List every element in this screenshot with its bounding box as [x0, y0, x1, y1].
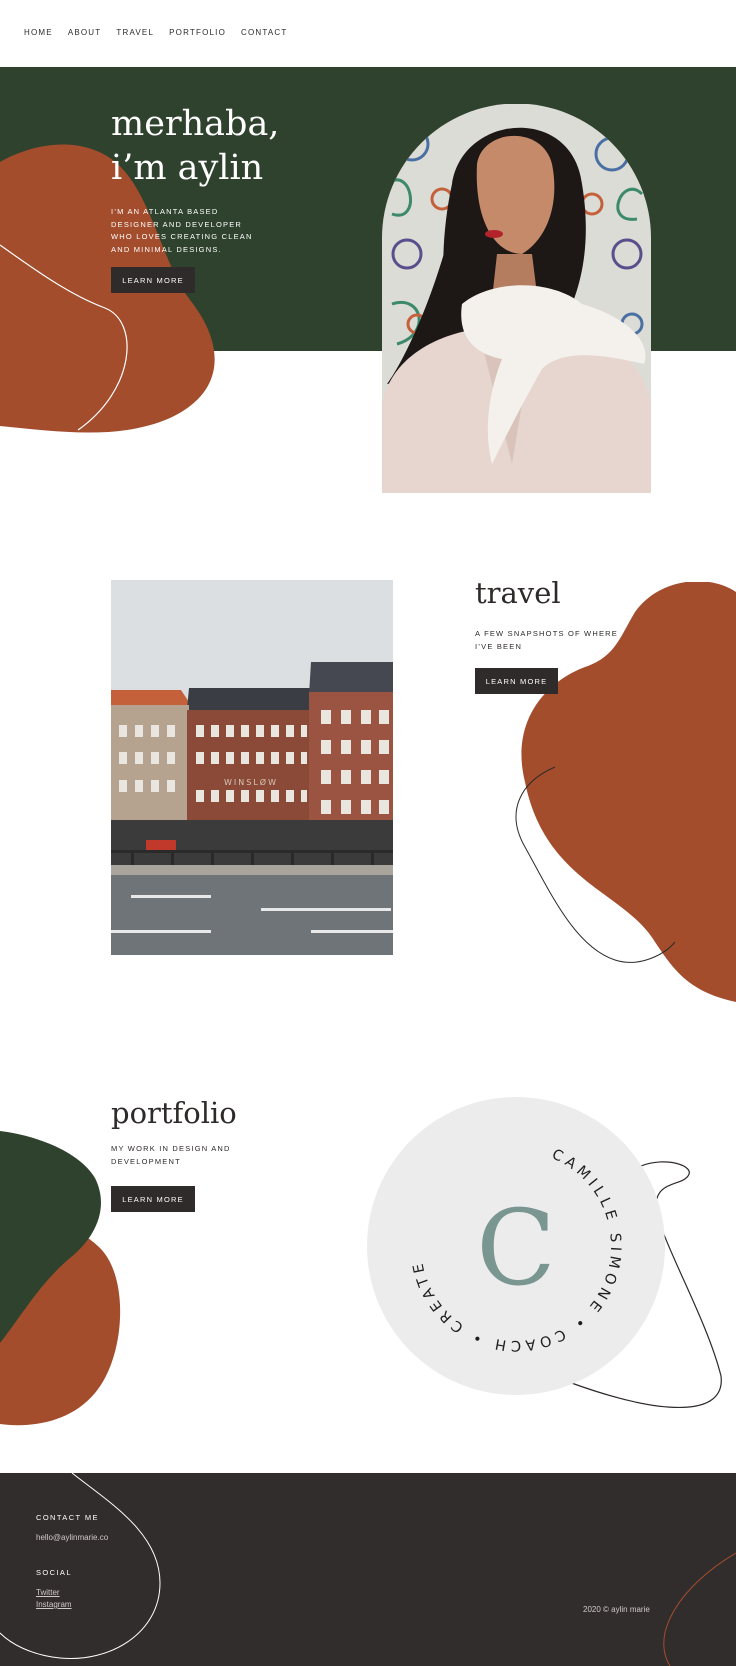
footer-instagram-link[interactable]: Instagram	[36, 1600, 72, 1609]
footer-email[interactable]: hello@aylinmarie.co	[36, 1533, 108, 1542]
footer-contact-label: CONTACT ME	[36, 1513, 99, 1522]
nav-travel[interactable]: TRAVEL	[116, 28, 154, 37]
footer: CONTACT ME hello@aylinmarie.co SOCIAL Tw…	[0, 1473, 736, 1666]
portfolio-learn-more-button[interactable]: LEARN MORE	[111, 1186, 195, 1212]
nav-portfolio[interactable]: PORTFOLIO	[169, 28, 226, 37]
hero-title: merhaba, i’m aylin	[111, 102, 279, 190]
footer-twitter-link[interactable]: Twitter	[36, 1588, 60, 1597]
top-navigation: HOME ABOUT TRAVEL PORTFOLIO CONTACT	[0, 0, 736, 64]
footer-social-label: SOCIAL	[36, 1568, 72, 1577]
travel-photo-sign: WINSLØW	[224, 777, 278, 787]
portfolio-badge: CAMILLE SIMONE • COACH • CREATE • CONNEC…	[366, 1096, 722, 1409]
nav-about[interactable]: ABOUT	[68, 28, 102, 37]
badge-letter: C	[476, 1187, 556, 1309]
nav-contact[interactable]: CONTACT	[241, 28, 287, 37]
footer-copyright: 2020 © aylin marie	[583, 1605, 650, 1614]
hero-title-line1: merhaba,	[111, 104, 280, 144]
portfolio-description: MY WORK IN DESIGN AND DEVELOPMENT	[111, 1144, 231, 1166]
footer-decor-lines	[0, 1473, 736, 1666]
travel-learn-more-button[interactable]: LEARN MORE	[475, 668, 558, 694]
portfolio-title: portfolio	[111, 1096, 237, 1130]
hero-title-line2: i’m aylin	[111, 148, 264, 188]
travel-description: A FEW SNAPSHOTS OF WHERE I’VE BEEN	[475, 629, 618, 651]
travel-title: travel	[475, 576, 561, 610]
hero-portrait	[382, 104, 651, 493]
portfolio-blobs	[0, 1131, 121, 1426]
hero-description: I’M AN ATLANTA BASED DESIGNER AND DEVELO…	[111, 207, 253, 254]
hero-learn-more-button[interactable]: LEARN MORE	[111, 267, 195, 293]
nav-home[interactable]: HOME	[24, 28, 53, 37]
travel-photo: WINSLØW	[111, 580, 393, 955]
